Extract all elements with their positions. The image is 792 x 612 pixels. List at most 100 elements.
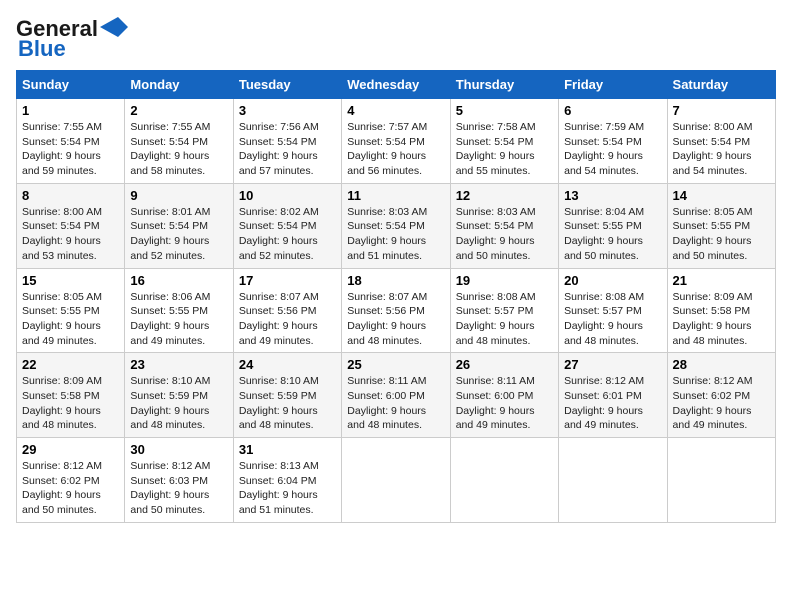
calendar-day-cell: 16 Sunrise: 8:06 AM Sunset: 5:55 PM Dayl…	[125, 268, 233, 353]
calendar-day-cell: 12 Sunrise: 8:03 AM Sunset: 5:54 PM Dayl…	[450, 183, 558, 268]
day-info: Sunrise: 8:05 AM Sunset: 5:55 PM Dayligh…	[22, 290, 119, 349]
calendar-day-cell: 27 Sunrise: 8:12 AM Sunset: 6:01 PM Dayl…	[559, 353, 667, 438]
day-number: 9	[130, 188, 227, 203]
day-number: 16	[130, 273, 227, 288]
calendar-day-cell: 22 Sunrise: 8:09 AM Sunset: 5:58 PM Dayl…	[17, 353, 125, 438]
day-info: Sunrise: 7:55 AM Sunset: 5:54 PM Dayligh…	[22, 120, 119, 179]
calendar-day-cell: 10 Sunrise: 8:02 AM Sunset: 5:54 PM Dayl…	[233, 183, 341, 268]
calendar-week-row: 1 Sunrise: 7:55 AM Sunset: 5:54 PM Dayli…	[17, 99, 776, 184]
day-number: 5	[456, 103, 553, 118]
day-info: Sunrise: 8:00 AM Sunset: 5:54 PM Dayligh…	[22, 205, 119, 264]
calendar-day-cell: 7 Sunrise: 8:00 AM Sunset: 5:54 PM Dayli…	[667, 99, 775, 184]
calendar-day-cell: 29 Sunrise: 8:12 AM Sunset: 6:02 PM Dayl…	[17, 438, 125, 523]
day-number: 27	[564, 357, 661, 372]
day-number: 15	[22, 273, 119, 288]
weekday-header: Wednesday	[342, 71, 450, 99]
calendar-day-cell: 5 Sunrise: 7:58 AM Sunset: 5:54 PM Dayli…	[450, 99, 558, 184]
day-info: Sunrise: 8:11 AM Sunset: 6:00 PM Dayligh…	[347, 374, 444, 433]
weekday-header: Sunday	[17, 71, 125, 99]
logo-arrow-icon	[100, 17, 128, 37]
day-number: 26	[456, 357, 553, 372]
day-info: Sunrise: 8:06 AM Sunset: 5:55 PM Dayligh…	[130, 290, 227, 349]
day-info: Sunrise: 7:56 AM Sunset: 5:54 PM Dayligh…	[239, 120, 336, 179]
day-number: 22	[22, 357, 119, 372]
day-info: Sunrise: 8:03 AM Sunset: 5:54 PM Dayligh…	[347, 205, 444, 264]
day-info: Sunrise: 8:10 AM Sunset: 5:59 PM Dayligh…	[130, 374, 227, 433]
day-number: 6	[564, 103, 661, 118]
weekday-header: Friday	[559, 71, 667, 99]
day-number: 29	[22, 442, 119, 457]
weekday-header: Saturday	[667, 71, 775, 99]
day-number: 8	[22, 188, 119, 203]
day-info: Sunrise: 8:10 AM Sunset: 5:59 PM Dayligh…	[239, 374, 336, 433]
day-info: Sunrise: 8:07 AM Sunset: 5:56 PM Dayligh…	[239, 290, 336, 349]
calendar-week-row: 22 Sunrise: 8:09 AM Sunset: 5:58 PM Dayl…	[17, 353, 776, 438]
calendar-day-cell: 20 Sunrise: 8:08 AM Sunset: 5:57 PM Dayl…	[559, 268, 667, 353]
logo: General Blue	[16, 16, 128, 62]
day-info: Sunrise: 8:08 AM Sunset: 5:57 PM Dayligh…	[456, 290, 553, 349]
day-info: Sunrise: 8:13 AM Sunset: 6:04 PM Dayligh…	[239, 459, 336, 518]
day-info: Sunrise: 8:12 AM Sunset: 6:02 PM Dayligh…	[673, 374, 770, 433]
empty-cell	[342, 438, 450, 523]
calendar-day-cell: 4 Sunrise: 7:57 AM Sunset: 5:54 PM Dayli…	[342, 99, 450, 184]
day-info: Sunrise: 7:55 AM Sunset: 5:54 PM Dayligh…	[130, 120, 227, 179]
calendar-day-cell: 14 Sunrise: 8:05 AM Sunset: 5:55 PM Dayl…	[667, 183, 775, 268]
weekday-header: Monday	[125, 71, 233, 99]
day-info: Sunrise: 8:07 AM Sunset: 5:56 PM Dayligh…	[347, 290, 444, 349]
day-info: Sunrise: 7:57 AM Sunset: 5:54 PM Dayligh…	[347, 120, 444, 179]
day-number: 12	[456, 188, 553, 203]
calendar-week-row: 29 Sunrise: 8:12 AM Sunset: 6:02 PM Dayl…	[17, 438, 776, 523]
logo-blue: Blue	[18, 36, 66, 62]
calendar-day-cell: 25 Sunrise: 8:11 AM Sunset: 6:00 PM Dayl…	[342, 353, 450, 438]
calendar-day-cell: 18 Sunrise: 8:07 AM Sunset: 5:56 PM Dayl…	[342, 268, 450, 353]
day-number: 23	[130, 357, 227, 372]
day-info: Sunrise: 8:09 AM Sunset: 5:58 PM Dayligh…	[22, 374, 119, 433]
calendar-day-cell: 8 Sunrise: 8:00 AM Sunset: 5:54 PM Dayli…	[17, 183, 125, 268]
day-number: 20	[564, 273, 661, 288]
calendar-day-cell: 19 Sunrise: 8:08 AM Sunset: 5:57 PM Dayl…	[450, 268, 558, 353]
day-info: Sunrise: 8:12 AM Sunset: 6:03 PM Dayligh…	[130, 459, 227, 518]
day-number: 25	[347, 357, 444, 372]
weekday-header: Tuesday	[233, 71, 341, 99]
calendar-week-row: 8 Sunrise: 8:00 AM Sunset: 5:54 PM Dayli…	[17, 183, 776, 268]
day-number: 18	[347, 273, 444, 288]
day-info: Sunrise: 8:00 AM Sunset: 5:54 PM Dayligh…	[673, 120, 770, 179]
day-number: 13	[564, 188, 661, 203]
day-number: 1	[22, 103, 119, 118]
day-info: Sunrise: 8:11 AM Sunset: 6:00 PM Dayligh…	[456, 374, 553, 433]
day-number: 30	[130, 442, 227, 457]
day-info: Sunrise: 8:04 AM Sunset: 5:55 PM Dayligh…	[564, 205, 661, 264]
day-number: 2	[130, 103, 227, 118]
day-info: Sunrise: 8:12 AM Sunset: 6:02 PM Dayligh…	[22, 459, 119, 518]
day-info: Sunrise: 8:01 AM Sunset: 5:54 PM Dayligh…	[130, 205, 227, 264]
day-info: Sunrise: 8:03 AM Sunset: 5:54 PM Dayligh…	[456, 205, 553, 264]
day-number: 14	[673, 188, 770, 203]
empty-cell	[559, 438, 667, 523]
calendar-day-cell: 17 Sunrise: 8:07 AM Sunset: 5:56 PM Dayl…	[233, 268, 341, 353]
calendar-day-cell: 2 Sunrise: 7:55 AM Sunset: 5:54 PM Dayli…	[125, 99, 233, 184]
weekday-header-row: SundayMondayTuesdayWednesdayThursdayFrid…	[17, 71, 776, 99]
calendar-day-cell: 23 Sunrise: 8:10 AM Sunset: 5:59 PM Dayl…	[125, 353, 233, 438]
day-number: 17	[239, 273, 336, 288]
day-number: 24	[239, 357, 336, 372]
calendar-day-cell: 31 Sunrise: 8:13 AM Sunset: 6:04 PM Dayl…	[233, 438, 341, 523]
day-info: Sunrise: 8:02 AM Sunset: 5:54 PM Dayligh…	[239, 205, 336, 264]
calendar-day-cell: 15 Sunrise: 8:05 AM Sunset: 5:55 PM Dayl…	[17, 268, 125, 353]
calendar-table: SundayMondayTuesdayWednesdayThursdayFrid…	[16, 70, 776, 523]
day-number: 11	[347, 188, 444, 203]
calendar-day-cell: 30 Sunrise: 8:12 AM Sunset: 6:03 PM Dayl…	[125, 438, 233, 523]
day-number: 28	[673, 357, 770, 372]
day-info: Sunrise: 8:05 AM Sunset: 5:55 PM Dayligh…	[673, 205, 770, 264]
day-info: Sunrise: 8:09 AM Sunset: 5:58 PM Dayligh…	[673, 290, 770, 349]
empty-cell	[667, 438, 775, 523]
day-info: Sunrise: 7:58 AM Sunset: 5:54 PM Dayligh…	[456, 120, 553, 179]
page-header: General Blue	[16, 16, 776, 62]
day-number: 19	[456, 273, 553, 288]
calendar-day-cell: 9 Sunrise: 8:01 AM Sunset: 5:54 PM Dayli…	[125, 183, 233, 268]
calendar-day-cell: 6 Sunrise: 7:59 AM Sunset: 5:54 PM Dayli…	[559, 99, 667, 184]
day-info: Sunrise: 8:12 AM Sunset: 6:01 PM Dayligh…	[564, 374, 661, 433]
day-number: 3	[239, 103, 336, 118]
calendar-day-cell: 21 Sunrise: 8:09 AM Sunset: 5:58 PM Dayl…	[667, 268, 775, 353]
calendar-day-cell: 24 Sunrise: 8:10 AM Sunset: 5:59 PM Dayl…	[233, 353, 341, 438]
calendar-day-cell: 26 Sunrise: 8:11 AM Sunset: 6:00 PM Dayl…	[450, 353, 558, 438]
